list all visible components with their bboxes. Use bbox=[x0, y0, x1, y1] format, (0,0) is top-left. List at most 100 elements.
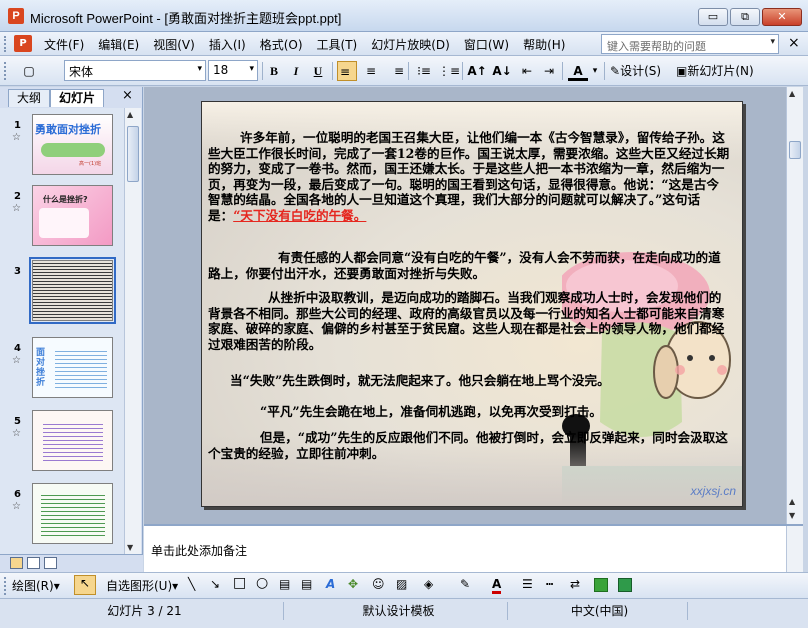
document-icon[interactable]: P bbox=[14, 35, 32, 52]
thumbnail-scrollbar[interactable]: ▲ ▼ bbox=[124, 108, 141, 554]
menu-grip[interactable] bbox=[4, 36, 7, 52]
picture-icon[interactable]: ▨ bbox=[396, 577, 407, 591]
tab-outline[interactable]: 大纲 bbox=[8, 89, 51, 107]
slide-thumbnail-3[interactable]: 3 bbox=[0, 254, 124, 324]
slide-position-status: 幻灯片 3 / 21 bbox=[6, 602, 284, 620]
close-window-button[interactable]: ✕ bbox=[762, 8, 802, 26]
title-bar: P Microsoft PowerPoint - [勇敢面对挫折主题班会ppt.… bbox=[0, 0, 808, 32]
diagram-icon[interactable]: ✥ bbox=[348, 577, 358, 591]
notes-placeholder[interactable]: 单击此处添加备注 bbox=[151, 542, 247, 559]
help-search-input[interactable]: 键入需要帮助的问题 ▾ bbox=[601, 34, 779, 54]
close-document-button[interactable]: × bbox=[788, 35, 800, 51]
slide-number: 5 bbox=[14, 416, 21, 427]
slide-preview bbox=[32, 410, 113, 471]
scrollbar-thumb[interactable] bbox=[127, 126, 139, 182]
normal-view-icon[interactable] bbox=[10, 557, 23, 569]
scroll-up-icon[interactable]: ▲ bbox=[127, 110, 133, 119]
help-dropdown-icon[interactable]: ▾ bbox=[770, 37, 775, 47]
minimize-button[interactable]: ▭ bbox=[698, 8, 728, 26]
tab-slides[interactable]: 幻灯片 bbox=[50, 89, 105, 107]
toolbar-grip[interactable] bbox=[4, 62, 7, 80]
design-template-status[interactable]: 默认设计模板 bbox=[290, 602, 508, 620]
numbering-icon[interactable]: ⁝≡ bbox=[413, 61, 435, 81]
font-name-dropdown-icon[interactable]: ▾ bbox=[197, 64, 202, 74]
restore-button[interactable]: ⧉ bbox=[730, 8, 760, 26]
slide-sorter-view-icon[interactable] bbox=[27, 557, 40, 569]
menu-format[interactable]: 格式(O) bbox=[260, 36, 303, 53]
rectangle-icon[interactable]: □ bbox=[233, 575, 246, 591]
bold-button[interactable]: B bbox=[266, 61, 282, 81]
slide-thumbnail-4[interactable]: 4 ☆ 面对挫折 bbox=[0, 331, 124, 401]
decrease-indent-icon[interactable]: ⇤ bbox=[518, 61, 536, 81]
toolbar-separator bbox=[262, 62, 263, 80]
font-color-dropdown-icon[interactable]: ▾ bbox=[590, 61, 600, 81]
line-icon[interactable]: ╲ bbox=[188, 577, 195, 591]
previous-slide-icon[interactable]: ▲ bbox=[789, 497, 795, 506]
scrollbar-thumb[interactable] bbox=[789, 141, 801, 159]
new-document-icon[interactable]: ▢ bbox=[18, 61, 40, 81]
shrink-font-icon[interactable]: A↓ bbox=[491, 61, 513, 81]
toolbar-separator bbox=[562, 62, 563, 80]
slide-thumbnail-5[interactable]: 5 ☆ bbox=[0, 404, 124, 474]
menu-slideshow[interactable]: 幻灯片放映(D) bbox=[371, 36, 450, 53]
next-slide-icon[interactable]: ▼ bbox=[789, 511, 795, 520]
font-color-icon[interactable]: A bbox=[568, 61, 588, 81]
align-right-icon[interactable]: ≡ bbox=[386, 61, 404, 81]
italic-button[interactable]: I bbox=[288, 61, 304, 81]
autoshapes-dropdown-icon: ▾ bbox=[172, 579, 179, 593]
close-panel-icon[interactable]: × bbox=[122, 88, 133, 103]
slide-paragraph-6: 但是，“成功”先生的反应跟他们不同。他被打倒时，会立即反弹起来，同时会汲取这个宝… bbox=[208, 430, 728, 461]
underline-button[interactable]: U bbox=[310, 61, 326, 81]
slide-thumbnail-6[interactable]: 6 ☆ bbox=[0, 477, 124, 547]
align-center-icon[interactable]: ≡ bbox=[362, 61, 380, 81]
current-slide[interactable]: 许多年前，一位聪明的老国王召集大臣，让他们编一本《古今智慧录》，留传给子孙。这些… bbox=[201, 101, 743, 507]
font-size-dropdown-icon[interactable]: ▾ bbox=[249, 64, 254, 74]
line-color-icon[interactable]: ✎ bbox=[460, 577, 470, 591]
autoshapes-menu-button[interactable]: 自选图形(U)▾ bbox=[106, 577, 178, 594]
menu-view[interactable]: 视图(V) bbox=[153, 36, 195, 53]
menu-insert[interactable]: 插入(I) bbox=[209, 36, 246, 53]
fill-color-icon[interactable]: ◈ bbox=[424, 577, 433, 591]
wordart-icon[interactable]: A bbox=[326, 577, 335, 591]
menu-tools[interactable]: 工具(T) bbox=[317, 36, 358, 53]
slideshow-view-icon[interactable] bbox=[44, 557, 57, 569]
line-style-icon[interactable]: ☰ bbox=[522, 577, 533, 591]
design-label: 设计(S) bbox=[620, 64, 662, 78]
increase-indent-icon[interactable]: ⇥ bbox=[540, 61, 558, 81]
status-bar: 幻灯片 3 / 21 默认设计模板 中文(中国) bbox=[0, 598, 808, 628]
align-left-icon[interactable]: ≡ bbox=[337, 61, 357, 81]
scroll-up-icon[interactable]: ▲ bbox=[789, 89, 795, 98]
bullets-icon[interactable]: ⋮≡ bbox=[438, 61, 460, 81]
slide-thumbnail-1[interactable]: 1 ☆ 勇敢面对挫折 高一(1)班 bbox=[0, 108, 124, 178]
slide-thumbnail-2[interactable]: 2 ☆ 什么是挫折? bbox=[0, 179, 124, 249]
notes-pane[interactable]: 单击此处添加备注 bbox=[144, 524, 803, 574]
design-button[interactable]: ✎设计(S) bbox=[610, 61, 672, 81]
powerpoint-app-icon[interactable]: P bbox=[8, 8, 24, 24]
scroll-down-icon[interactable]: ▼ bbox=[127, 543, 133, 552]
oval-icon[interactable]: ○ bbox=[256, 575, 268, 591]
draw-menu-button[interactable]: 绘图(R)▾ bbox=[12, 577, 60, 594]
grow-font-icon[interactable]: A↑ bbox=[466, 61, 488, 81]
notes-scrollbar[interactable] bbox=[786, 526, 803, 574]
arrow-icon[interactable]: ↘ bbox=[210, 577, 220, 591]
font-name-select[interactable]: 宋体 ▾ bbox=[64, 60, 206, 81]
menu-window[interactable]: 窗口(W) bbox=[464, 36, 509, 53]
textbox-icon[interactable]: ▤ bbox=[279, 577, 290, 591]
dash-style-icon[interactable]: ┅ bbox=[546, 577, 553, 591]
menu-help[interactable]: 帮助(H) bbox=[523, 36, 565, 53]
animation-star-icon: ☆ bbox=[12, 132, 21, 143]
arrow-style-icon[interactable]: ⇄ bbox=[570, 577, 580, 591]
menu-file[interactable]: 文件(F) bbox=[44, 36, 84, 53]
font-size-select[interactable]: 18 ▾ bbox=[208, 60, 258, 81]
menu-edit[interactable]: 编辑(E) bbox=[98, 36, 139, 53]
3d-style-icon[interactable] bbox=[618, 578, 632, 592]
shadow-style-icon[interactable] bbox=[594, 578, 608, 592]
slide-scrollbar[interactable]: ▲ ▲ ▼ bbox=[786, 87, 803, 524]
select-cursor-icon[interactable]: ↖ bbox=[74, 575, 96, 595]
slide-paragraph-4: 当“失败”先生跌倒时，就无法爬起来了。他只会躺在地上骂个没完。 bbox=[230, 373, 610, 388]
toolbar-grip[interactable] bbox=[4, 577, 7, 595]
vertical-textbox-icon[interactable]: ▤ bbox=[301, 577, 312, 591]
new-slide-button[interactable]: ▣新幻灯片(N) bbox=[676, 61, 766, 81]
clipart-icon[interactable]: ☺ bbox=[372, 577, 385, 591]
draw-font-color-icon[interactable]: A bbox=[492, 577, 502, 594]
